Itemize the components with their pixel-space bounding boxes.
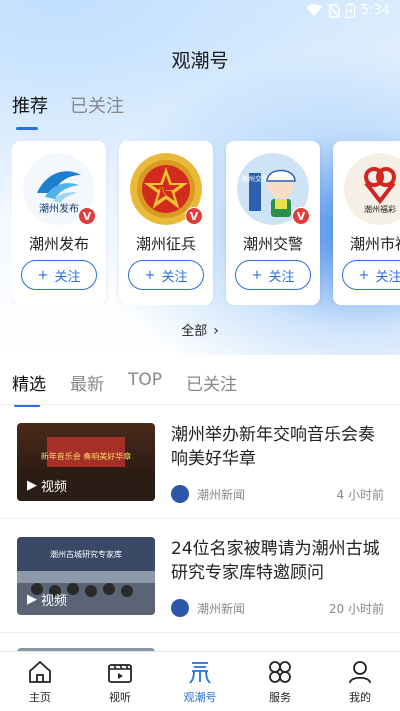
news-thumbnail: 潮州古城研究专家库 ▶ 视频 [17, 537, 155, 615]
status-bar: 5:34 [0, 0, 400, 24]
follow-button[interactable]: + 关注 [342, 260, 400, 290]
thumbnail-text: 潮州古城研究专家库 [50, 549, 122, 559]
follow-button[interactable]: + 关注 [21, 260, 97, 290]
news-time: 20 小时前 [328, 602, 384, 616]
service-icon [269, 661, 291, 683]
plus-icon: + [37, 267, 49, 283]
news-title: 潮州举办新年交响音乐会奏响美好华章 [171, 425, 375, 469]
news-item[interactable]: 新年音乐会 奏响美好华章 ▶ 视频 潮州举办新年交响音乐会奏响美好华章 潮州新闻… [0, 405, 400, 519]
account-card[interactable]: 潮州发布 V 潮州发布 + 关注 [12, 141, 106, 305]
play-icon: ▶ [27, 592, 37, 607]
news-title: 24位名家被聘请为潮州古城研究专家库特邀顾问 [171, 539, 380, 583]
verified-badge: V [78, 207, 96, 225]
account-carousel[interactable]: 潮州发布 V 潮州发布 + 关注 八一 V 潮州征兵 + 关注 潮州交警 V 潮… [12, 141, 400, 305]
tab-followed[interactable]: 已关注 [70, 92, 124, 130]
source-avatar [171, 485, 189, 503]
account-card[interactable]: 八一 V 潮州征兵 + 关注 [119, 141, 213, 305]
news-source: 潮州新闻 [197, 602, 246, 616]
nav-video[interactable]: 视听 [80, 652, 160, 711]
tab-top[interactable]: TOP [128, 370, 162, 407]
home-icon [29, 661, 51, 683]
news-time: 4 小时前 [336, 488, 384, 502]
no-sim-icon [328, 3, 340, 18]
tab-latest[interactable]: 最新 [70, 370, 104, 407]
nav-label: 服务 [269, 691, 291, 704]
status-time: 5:34 [360, 3, 390, 18]
battery-icon [345, 3, 355, 18]
account-name: 潮州交警 [242, 235, 303, 253]
follow-button[interactable]: + 关注 [235, 260, 311, 290]
profile-icon [349, 661, 371, 684]
news-source: 潮州新闻 [197, 488, 246, 502]
follow-label: 关注 [161, 269, 188, 285]
video-icon [108, 664, 132, 683]
account-card[interactable]: 潮州福彩 潮州市福 + 关注 [333, 141, 400, 305]
verified-badge: V [292, 207, 310, 225]
nav-guanchao[interactable]: 观潮号 [160, 652, 240, 711]
news-item[interactable]: 潮州古城研究专家库 ▶ 视频 24位名家被聘请为潮州古城研究专家库特邀顾问 潮州… [0, 519, 400, 633]
logo-text: 潮州福彩 [364, 204, 396, 214]
account-card[interactable]: 潮州交警 V 潮州交警 + 关注 [226, 141, 320, 305]
source-avatar [171, 599, 189, 617]
nav-service[interactable]: 服务 [240, 652, 320, 711]
guanchao-icon [189, 662, 211, 684]
nav-label: 我的 [349, 691, 371, 704]
news-thumbnail: 新年音乐会 奏响美好华章 ▶ 视频 [17, 423, 155, 501]
feed-tabs: 精选 最新 TOP 已关注 [12, 370, 237, 407]
logo-text: 潮州交警 [241, 174, 269, 183]
nav-label: 主页 [29, 691, 51, 704]
nav-home[interactable]: 主页 [0, 652, 80, 711]
logo-text: 潮州发布 [39, 202, 79, 215]
video-tag: ▶ 视频 [27, 476, 67, 495]
verified-badge: V [185, 207, 203, 225]
chevron-right-icon: › [213, 323, 219, 339]
tab-recommended[interactable]: 推荐 [12, 92, 48, 130]
logo-text: 八一 [157, 187, 175, 197]
view-all-link[interactable]: 全部 › [0, 320, 400, 339]
follow-button[interactable]: + 关注 [128, 260, 204, 290]
play-icon: ▶ [27, 478, 37, 493]
thumbnail-text: 新年音乐会 奏响美好华章 [41, 451, 132, 461]
nav-label: 观潮号 [183, 691, 217, 704]
follow-label: 关注 [375, 269, 400, 285]
follow-label: 关注 [268, 269, 295, 285]
plus-icon: + [358, 267, 370, 283]
plus-icon: + [144, 267, 156, 283]
video-tag-label: 视频 [41, 594, 68, 609]
account-name: 潮州征兵 [135, 235, 196, 253]
wifi-icon [306, 4, 322, 16]
welfare-lottery-logo: 潮州福彩 [344, 153, 400, 225]
plus-icon: + [251, 267, 263, 283]
account-name: 潮州市福 [349, 235, 400, 253]
tab-featured[interactable]: 精选 [12, 370, 46, 407]
top-tabs: 推荐 已关注 [12, 92, 124, 130]
nav-profile[interactable]: 我的 [320, 652, 400, 711]
video-tag: ▶ 视频 [27, 590, 67, 609]
view-all-label: 全部 [181, 324, 208, 339]
tab-feed-followed[interactable]: 已关注 [186, 370, 237, 407]
account-name: 潮州发布 [28, 235, 89, 253]
page-title: 观潮号 [171, 50, 229, 72]
nav-label: 视听 [109, 691, 131, 704]
video-tag-label: 视频 [41, 480, 68, 495]
bottom-nav: 主页 视听 观潮号 服务 我的 [0, 651, 400, 711]
follow-label: 关注 [54, 269, 81, 285]
